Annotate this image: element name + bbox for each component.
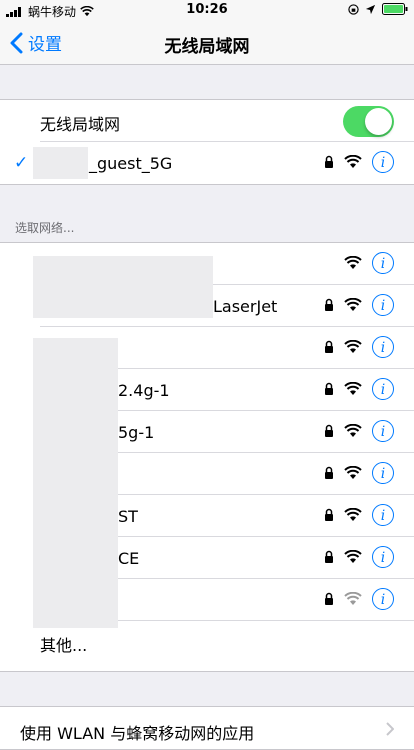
network-icons: i [324, 378, 394, 400]
wifi-toggle[interactable] [343, 106, 394, 137]
network-name: 5g-1 [118, 423, 155, 442]
network-name: ST [118, 507, 138, 526]
checkmark-icon: ✓ [14, 153, 29, 173]
lock-icon [325, 550, 333, 563]
choose-network-header: 选取网络... [15, 221, 75, 235]
network-icons: i [344, 252, 394, 274]
wifi-icon [344, 550, 362, 563]
lock-icon [325, 340, 333, 353]
info-icon[interactable]: i [372, 546, 394, 568]
status-right [348, 3, 408, 15]
lock-icon [325, 466, 333, 479]
info-icon[interactable]: i [372, 336, 394, 358]
status-bar: 蜗牛移动 10:26 [0, 0, 414, 20]
wifi-icon [344, 382, 362, 395]
lock-icon [325, 155, 333, 168]
wifi-icon [344, 424, 362, 437]
wifi-icon [344, 340, 362, 353]
redacted-block [33, 147, 88, 179]
wifi-toggle-label: 无线局域网 [40, 115, 121, 134]
wifi-icon [344, 592, 362, 605]
wifi-icon [344, 298, 362, 311]
network-icons: i [324, 546, 394, 568]
network-list: iLaserJetiesti2.4g-1i5g-1iiSTiCEii 其他... [0, 242, 414, 672]
lock-icon [325, 508, 333, 521]
info-icon[interactable]: i [372, 151, 394, 173]
wifi-icon [344, 508, 362, 521]
orientation-lock-icon [348, 3, 359, 15]
info-icon[interactable]: i [372, 588, 394, 610]
toggle-knob [365, 108, 392, 135]
lock-icon [325, 592, 333, 605]
wifi-toggle-row: 无线局域网 [0, 100, 414, 142]
location-icon [365, 4, 376, 14]
redacted-block [33, 256, 213, 318]
other-network-label: 其他... [40, 636, 88, 655]
network-name: LaserJet [213, 297, 278, 316]
network-icons: i [324, 462, 394, 484]
network-icons: i [324, 151, 394, 173]
lock-icon [325, 424, 333, 437]
wifi-icon [344, 466, 362, 479]
info-icon[interactable]: i [372, 462, 394, 484]
network-name: CE [118, 549, 140, 568]
page-title: 无线局域网 [164, 37, 250, 57]
apps-row[interactable]: 使用 WLAN 与蜂窝移动网的应用 [0, 707, 414, 749]
network-icons: i [324, 588, 394, 610]
chevron-right-icon [386, 722, 394, 736]
wifi-icon [344, 256, 362, 269]
info-icon[interactable]: i [372, 378, 394, 400]
lock-icon [325, 298, 333, 311]
network-icons: i [324, 336, 394, 358]
info-icon[interactable]: i [372, 420, 394, 442]
network-icons: i [324, 294, 394, 316]
apps-row-label: 使用 WLAN 与蜂窝移动网的应用 [20, 724, 255, 743]
info-icon[interactable]: i [372, 294, 394, 316]
lock-icon [325, 382, 333, 395]
info-icon[interactable]: i [372, 252, 394, 274]
connected-network-row[interactable]: ✓ _guest_5G i [0, 142, 414, 184]
wifi-section: 无线局域网 ✓ _guest_5G i [0, 99, 414, 185]
apps-section: 使用 WLAN 与蜂窝移动网的应用 [0, 706, 414, 750]
connected-network-name: _guest_5G [89, 154, 173, 173]
network-name: 2.4g-1 [118, 381, 170, 400]
wifi-icon [344, 155, 362, 168]
battery-icon [382, 3, 408, 15]
nav-bar: 设置 无线局域网 [0, 20, 414, 65]
info-icon[interactable]: i [372, 504, 394, 526]
redacted-block [33, 338, 118, 628]
network-icons: i [324, 504, 394, 526]
network-icons: i [324, 420, 394, 442]
